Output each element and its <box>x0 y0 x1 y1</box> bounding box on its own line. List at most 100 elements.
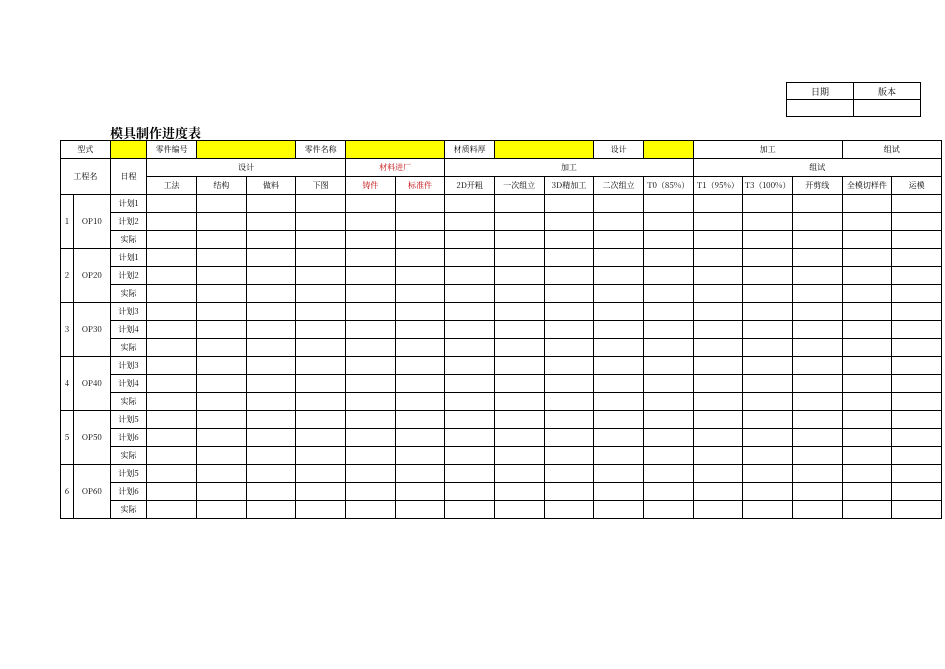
partname-label: 零件名称 <box>296 141 346 159</box>
cell <box>197 249 247 267</box>
cell <box>345 375 395 393</box>
cell <box>892 483 942 501</box>
row-type: 计划3 <box>110 357 147 375</box>
cell <box>296 483 346 501</box>
cell <box>494 267 544 285</box>
table-row: 实际 <box>61 231 942 249</box>
cell <box>892 411 942 429</box>
cell <box>494 285 544 303</box>
cell <box>147 393 197 411</box>
cell <box>395 411 445 429</box>
cell <box>345 429 395 447</box>
cell <box>494 231 544 249</box>
cell <box>345 285 395 303</box>
cell <box>395 321 445 339</box>
cell <box>594 213 644 231</box>
cell <box>643 411 693 429</box>
cell <box>445 285 495 303</box>
cell <box>743 357 793 375</box>
cell <box>246 357 296 375</box>
cell <box>643 465 693 483</box>
cell <box>197 339 247 357</box>
cell <box>445 195 495 213</box>
cell <box>395 375 445 393</box>
cell <box>296 267 346 285</box>
table-row: 计划2 <box>61 213 942 231</box>
cell <box>544 303 594 321</box>
cell <box>792 231 842 249</box>
cell <box>594 411 644 429</box>
table-row: 5OP50计划5 <box>61 411 942 429</box>
cell <box>147 375 197 393</box>
material-label: 材质料厚 <box>445 141 495 159</box>
cell <box>345 447 395 465</box>
cell <box>147 501 197 519</box>
type-value <box>110 141 147 159</box>
table-row: 实际 <box>61 339 942 357</box>
cell <box>445 303 495 321</box>
cell <box>246 393 296 411</box>
cell <box>842 483 892 501</box>
cell <box>892 447 942 465</box>
cell <box>693 411 743 429</box>
cell <box>594 195 644 213</box>
row-index: 3 <box>61 303 74 357</box>
group-machining: 加工 <box>445 159 693 177</box>
cell <box>842 213 892 231</box>
col-c11: T0（85%） <box>643 177 693 195</box>
machining-label-meta: 加工 <box>693 141 842 159</box>
cell <box>842 339 892 357</box>
cell <box>147 195 197 213</box>
cell <box>197 447 247 465</box>
schedule-table: 型式 零件编号 零件名称 材质料厚 设计 加工 组试 工程名 日程 设计 材料进… <box>60 140 942 519</box>
cell <box>246 249 296 267</box>
cell <box>147 249 197 267</box>
cell <box>246 231 296 249</box>
cell <box>693 267 743 285</box>
cell <box>643 501 693 519</box>
cell <box>892 393 942 411</box>
row-type: 实际 <box>110 231 147 249</box>
cell <box>743 231 793 249</box>
col-c3: 做料 <box>246 177 296 195</box>
row-type: 计划2 <box>110 213 147 231</box>
process-name: OP30 <box>73 303 110 357</box>
cell <box>345 393 395 411</box>
process-name: OP10 <box>73 195 110 249</box>
cell <box>594 501 644 519</box>
cell <box>544 447 594 465</box>
cell <box>544 339 594 357</box>
cell <box>792 447 842 465</box>
cell <box>197 195 247 213</box>
table-row: 计划4 <box>61 375 942 393</box>
cell <box>594 249 644 267</box>
table-row: 计划6 <box>61 483 942 501</box>
cell <box>892 321 942 339</box>
cell <box>296 393 346 411</box>
row-index: 1 <box>61 195 74 249</box>
row-type: 计划1 <box>110 195 147 213</box>
cell <box>842 393 892 411</box>
cell <box>395 249 445 267</box>
table-row: 实际 <box>61 285 942 303</box>
cell <box>594 267 644 285</box>
cell <box>445 465 495 483</box>
row-index: 5 <box>61 411 74 465</box>
cell <box>345 195 395 213</box>
col-c7: 2D开粗 <box>445 177 495 195</box>
cell <box>147 231 197 249</box>
cell <box>792 465 842 483</box>
cell <box>197 429 247 447</box>
cell <box>892 357 942 375</box>
table-row: 1OP10计划1 <box>61 195 942 213</box>
col-c12: T1（95%） <box>693 177 743 195</box>
cell <box>395 303 445 321</box>
version-label: 版本 <box>854 83 921 100</box>
cell <box>643 285 693 303</box>
cell <box>594 303 644 321</box>
cell <box>445 231 495 249</box>
table-row: 计划2 <box>61 267 942 285</box>
cell <box>693 501 743 519</box>
cell <box>643 195 693 213</box>
cell <box>544 375 594 393</box>
